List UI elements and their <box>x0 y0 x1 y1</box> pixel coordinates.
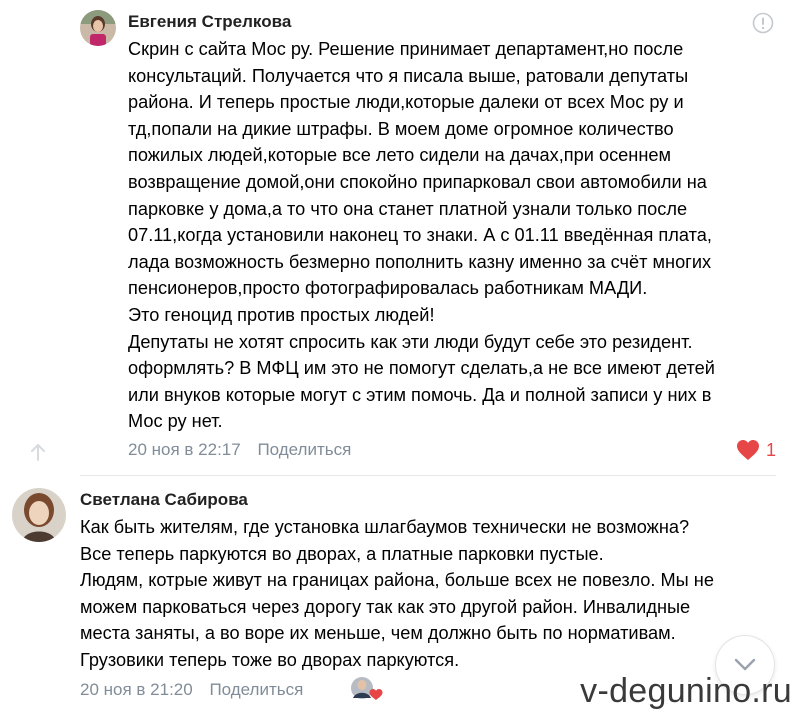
comment-line: Это геноцид против простых людей! <box>128 304 435 325</box>
comment-line: Скрин с сайта Мос ру. Решение принимает … <box>128 39 684 59</box>
comments-page: Евгения Стрелкова Скрин с сайта Мос ру. … <box>0 0 798 716</box>
comment-line: Грузовики теперь тоже во дворах паркуютс… <box>80 649 460 670</box>
like-button[interactable]: 1 <box>736 438 776 462</box>
comment-line: возвращение домой,они спокойно припарков… <box>128 171 707 192</box>
comment-line: Мос ру нет. <box>128 411 223 432</box>
comment-line: места заняты, а во воре их меньше, чем д… <box>80 623 676 644</box>
comment-meta: 20 ноя в 21:20 Поделиться <box>80 680 303 700</box>
comment-line: района. И теперь простые люди,которые да… <box>128 92 684 113</box>
comment-meta: 20 ноя в 22:17 Поделиться <box>128 440 351 460</box>
comment-line: Все теперь паркуются во дворах, а платны… <box>80 543 604 564</box>
comment-line: консультаций. Получается что я писала вы… <box>128 65 689 86</box>
comment-line: лада возможность безмерно пополнить казн… <box>128 251 712 272</box>
comment-line: пенсионеров,просто фотографировалась раб… <box>128 278 648 299</box>
avatar[interactable] <box>80 10 116 46</box>
comment-text: Как быть жителям, где установка шлагбаум… <box>80 514 780 674</box>
comment-date[interactable]: 20 ноя в 22:17 <box>128 440 241 459</box>
comment-author[interactable]: Евгения Стрелкова <box>128 12 291 32</box>
liked-by-author-icon[interactable] <box>350 676 384 702</box>
comment-line: 07.11,когда установили наконец то знаки.… <box>128 225 712 246</box>
comment-line: Депутаты не хотят спросить как эти люди … <box>128 331 693 352</box>
comment: Светлана Сабирова Как быть жителям, где … <box>0 476 798 716</box>
comment-date[interactable]: 20 ноя в 21:20 <box>80 680 193 699</box>
comment: Евгения Стрелкова Скрин с сайта Мос ру. … <box>0 0 798 476</box>
comment-line: оформлять? В МФЦ им это не помогут сдела… <box>128 358 715 379</box>
share-button[interactable]: Поделиться <box>209 680 303 699</box>
comment-line: Как быть жителям, где установка шлагбаум… <box>80 517 690 537</box>
chevron-down-icon <box>734 658 756 671</box>
comment-line: парковке у дома,а то что она станет плат… <box>128 198 688 219</box>
arrow-up-icon[interactable] <box>28 442 48 462</box>
comment-line: можем парковаться через дорогу так как э… <box>80 596 691 617</box>
comment-line: или внуков которые могут с этим помочь. … <box>128 384 712 405</box>
avatar[interactable] <box>12 488 66 542</box>
comment-line: тд,попали на дикие штрафы. В моем доме о… <box>128 118 674 139</box>
report-icon[interactable] <box>752 12 774 34</box>
comment-author[interactable]: Светлана Сабирова <box>80 490 248 510</box>
comment-line: Людям, котрые живут на границах района, … <box>80 570 714 591</box>
comment-line: пожилых людей,которые все лето сидели на… <box>128 145 672 166</box>
share-button[interactable]: Поделиться <box>257 440 351 459</box>
like-count: 1 <box>765 439 776 460</box>
heart-icon <box>736 440 759 460</box>
watermark: v-degunino.ru <box>580 672 792 710</box>
comment-text: Скрин с сайта Мос ру. Решение принимает … <box>128 36 788 435</box>
